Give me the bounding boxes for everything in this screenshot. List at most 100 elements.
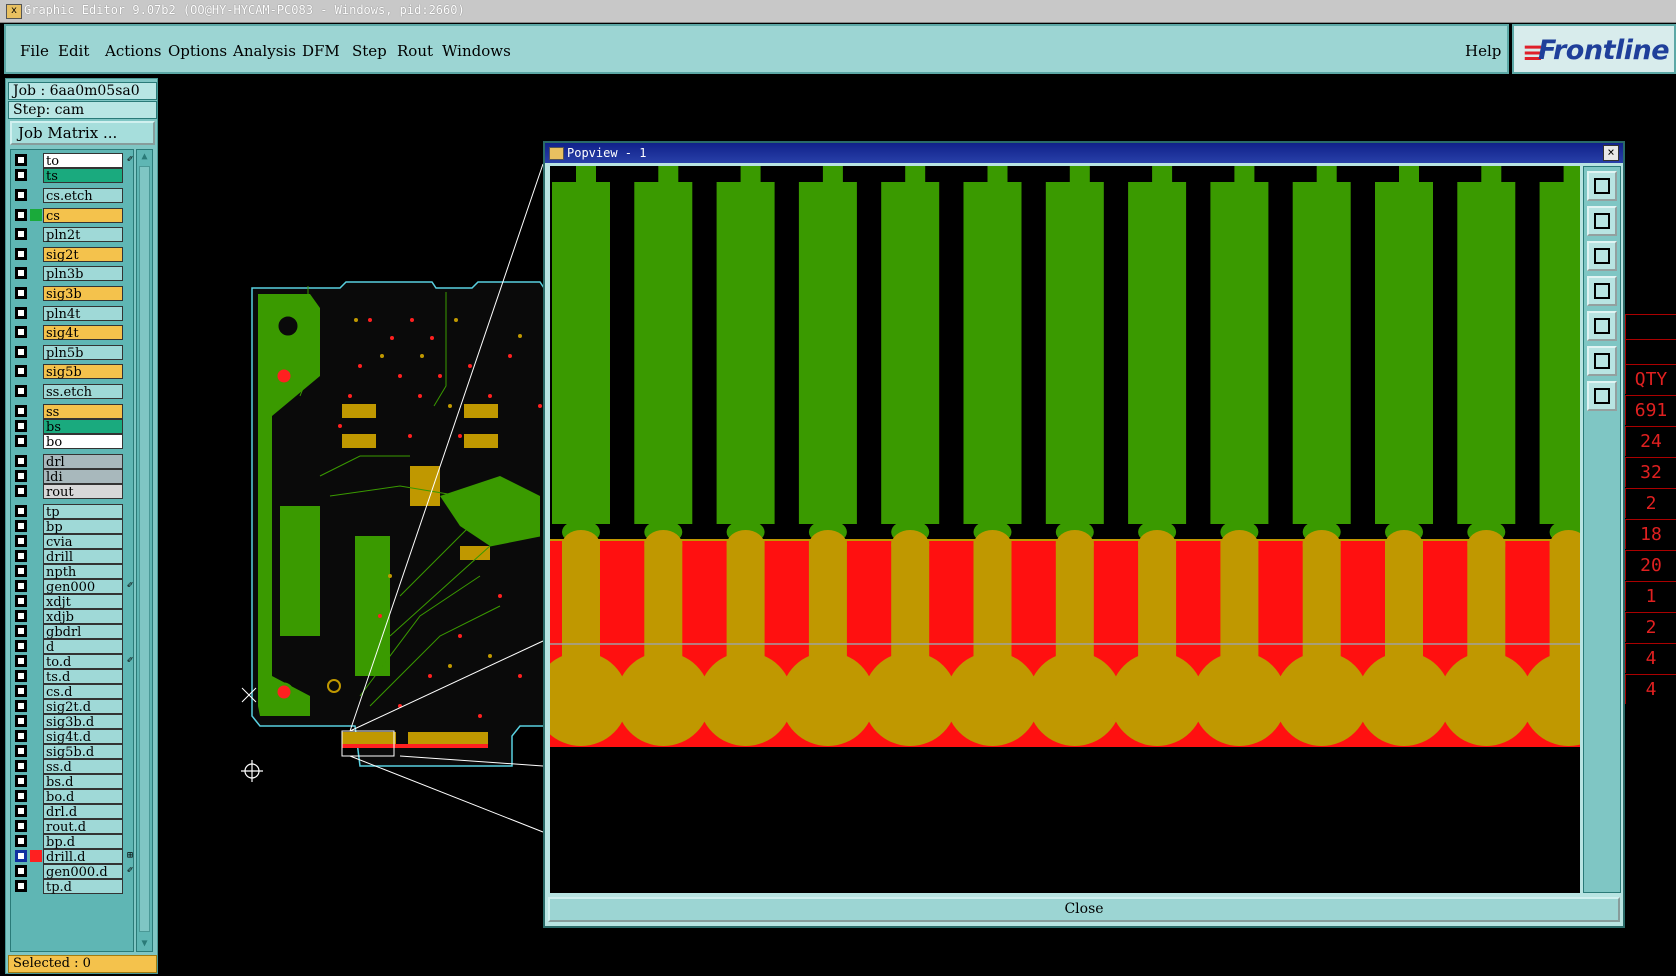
layer-checkbox[interactable] — [15, 715, 27, 727]
layer-checkbox[interactable] — [15, 850, 27, 862]
layer-checkbox[interactable] — [15, 865, 27, 877]
layer-row[interactable]: drl — [11, 454, 135, 470]
layer-checkbox[interactable] — [15, 625, 27, 637]
layer-checkbox[interactable] — [15, 880, 27, 892]
layer-checkbox[interactable] — [15, 189, 27, 201]
popview-title-bar[interactable]: Popview - 1 — [545, 143, 1623, 163]
popview-close-button[interactable]: Close — [548, 897, 1620, 922]
pan-down-button[interactable] — [1587, 241, 1617, 271]
layer-row[interactable]: sig5b.d — [11, 744, 135, 760]
layer-row[interactable]: cs — [11, 207, 135, 224]
menu-options[interactable]: Options — [168, 42, 227, 60]
layer-checkbox[interactable] — [15, 595, 27, 607]
layer-row[interactable]: to ✐ — [11, 153, 135, 169]
layer-row[interactable]: cs.d — [11, 684, 135, 700]
menu-actions[interactable]: Actions — [105, 42, 161, 60]
layer-checkbox[interactable] — [15, 435, 27, 447]
layer-row[interactable]: tp — [11, 504, 135, 520]
menu-windows[interactable]: Windows — [442, 42, 511, 60]
menu-rout[interactable]: Rout — [397, 42, 433, 60]
layer-checkbox[interactable] — [15, 640, 27, 652]
layer-row[interactable]: sig2t — [11, 246, 135, 263]
layer-row[interactable]: to.d ✐ — [11, 654, 135, 670]
menu-step[interactable]: Step — [352, 42, 387, 60]
layer-checkbox[interactable] — [15, 326, 27, 339]
zoom-vertical-button[interactable] — [1587, 381, 1617, 411]
layer-row[interactable]: npth — [11, 564, 135, 580]
scroll-thumb[interactable] — [139, 166, 150, 932]
pan-up-button[interactable] — [1587, 206, 1617, 236]
zoom-home-button[interactable] — [1587, 171, 1617, 201]
layer-row[interactable]: xdjb — [11, 609, 135, 625]
layer-row[interactable]: ss.d — [11, 759, 135, 775]
layer-row[interactable]: sig5b — [11, 364, 135, 380]
layer-checkbox[interactable] — [15, 685, 27, 697]
layer-checkbox[interactable] — [15, 345, 27, 358]
layer-checkbox[interactable] — [15, 455, 27, 467]
layer-row[interactable]: drill — [11, 549, 135, 565]
popview-close-icon[interactable]: × — [1603, 145, 1619, 161]
layer-checkbox[interactable] — [15, 247, 27, 260]
menu-help[interactable]: Help — [1465, 42, 1501, 60]
pan-right-button[interactable] — [1587, 311, 1617, 341]
layer-checkbox[interactable] — [15, 485, 27, 497]
layer-checkbox[interactable] — [15, 287, 27, 299]
layer-row[interactable]: bp — [11, 519, 135, 535]
layer-checkbox[interactable] — [15, 700, 27, 712]
layer-checkbox[interactable] — [15, 154, 27, 166]
layer-checkbox[interactable] — [15, 610, 27, 622]
layer-row[interactable]: sig3b — [11, 286, 135, 302]
popview-canvas[interactable] — [550, 166, 1580, 893]
layer-row[interactable]: drill.d ⊞ — [11, 849, 135, 865]
layer-row[interactable]: bs.d — [11, 774, 135, 790]
layer-checkbox[interactable] — [15, 775, 27, 787]
layer-checkbox[interactable] — [15, 745, 27, 757]
layer-row[interactable]: pln2t — [11, 227, 135, 243]
menu-file[interactable]: File — [20, 42, 49, 60]
layer-row[interactable]: sig4t — [11, 325, 135, 341]
zoom-fit-button[interactable] — [1587, 346, 1617, 376]
layer-row[interactable]: cs.etch — [11, 188, 135, 204]
layer-row[interactable]: bs — [11, 419, 135, 435]
layer-checkbox[interactable] — [15, 535, 27, 547]
layer-row[interactable]: rout — [11, 484, 135, 500]
layer-row[interactable]: sig4t.d — [11, 729, 135, 745]
menu-edit[interactable]: Edit — [58, 42, 89, 60]
layer-checkbox[interactable] — [15, 420, 27, 432]
layer-row[interactable]: bp.d — [11, 834, 135, 850]
scroll-down-icon[interactable]: ▼ — [139, 939, 150, 949]
layer-checkbox[interactable] — [15, 790, 27, 802]
layer-checkbox[interactable] — [15, 228, 27, 241]
layer-checkbox[interactable] — [15, 820, 27, 832]
layer-checkbox[interactable] — [15, 835, 27, 847]
layer-row[interactable]: bo — [11, 434, 135, 450]
layer-row[interactable]: ts.d — [11, 669, 135, 685]
layer-row[interactable]: bo.d — [11, 789, 135, 805]
layer-checkbox[interactable] — [15, 760, 27, 772]
layer-row[interactable]: pln5b — [11, 344, 135, 361]
layer-checkbox[interactable] — [15, 550, 27, 562]
layer-row[interactable]: gbdrl — [11, 624, 135, 640]
layer-checkbox[interactable] — [15, 169, 27, 181]
layer-checkbox[interactable] — [15, 580, 27, 592]
layer-checkbox[interactable] — [15, 267, 27, 280]
layer-checkbox[interactable] — [15, 520, 27, 532]
layer-checkbox[interactable] — [15, 565, 27, 577]
layer-row[interactable]: cvia — [11, 534, 135, 550]
layer-row[interactable]: ts — [11, 168, 135, 184]
menu-dfm[interactable]: DFM — [302, 42, 340, 60]
layer-row[interactable]: ss — [11, 404, 135, 420]
layer-checkbox[interactable] — [15, 470, 27, 482]
pan-left-button[interactable] — [1587, 276, 1617, 306]
layer-row[interactable]: d — [11, 639, 135, 655]
layer-checkbox[interactable] — [15, 505, 27, 517]
layer-row[interactable]: pln3b — [11, 266, 135, 282]
layer-row[interactable]: rout.d — [11, 819, 135, 835]
layer-row[interactable]: xdjt — [11, 594, 135, 610]
layer-list-scrollbar[interactable]: ▲ ▼ — [136, 149, 153, 952]
layer-row[interactable]: drl.d — [11, 804, 135, 820]
layer-checkbox[interactable] — [15, 208, 27, 221]
layer-checkbox[interactable] — [15, 385, 27, 397]
layer-checkbox[interactable] — [15, 730, 27, 742]
layer-row[interactable]: gen000.d ✐ — [11, 864, 135, 880]
